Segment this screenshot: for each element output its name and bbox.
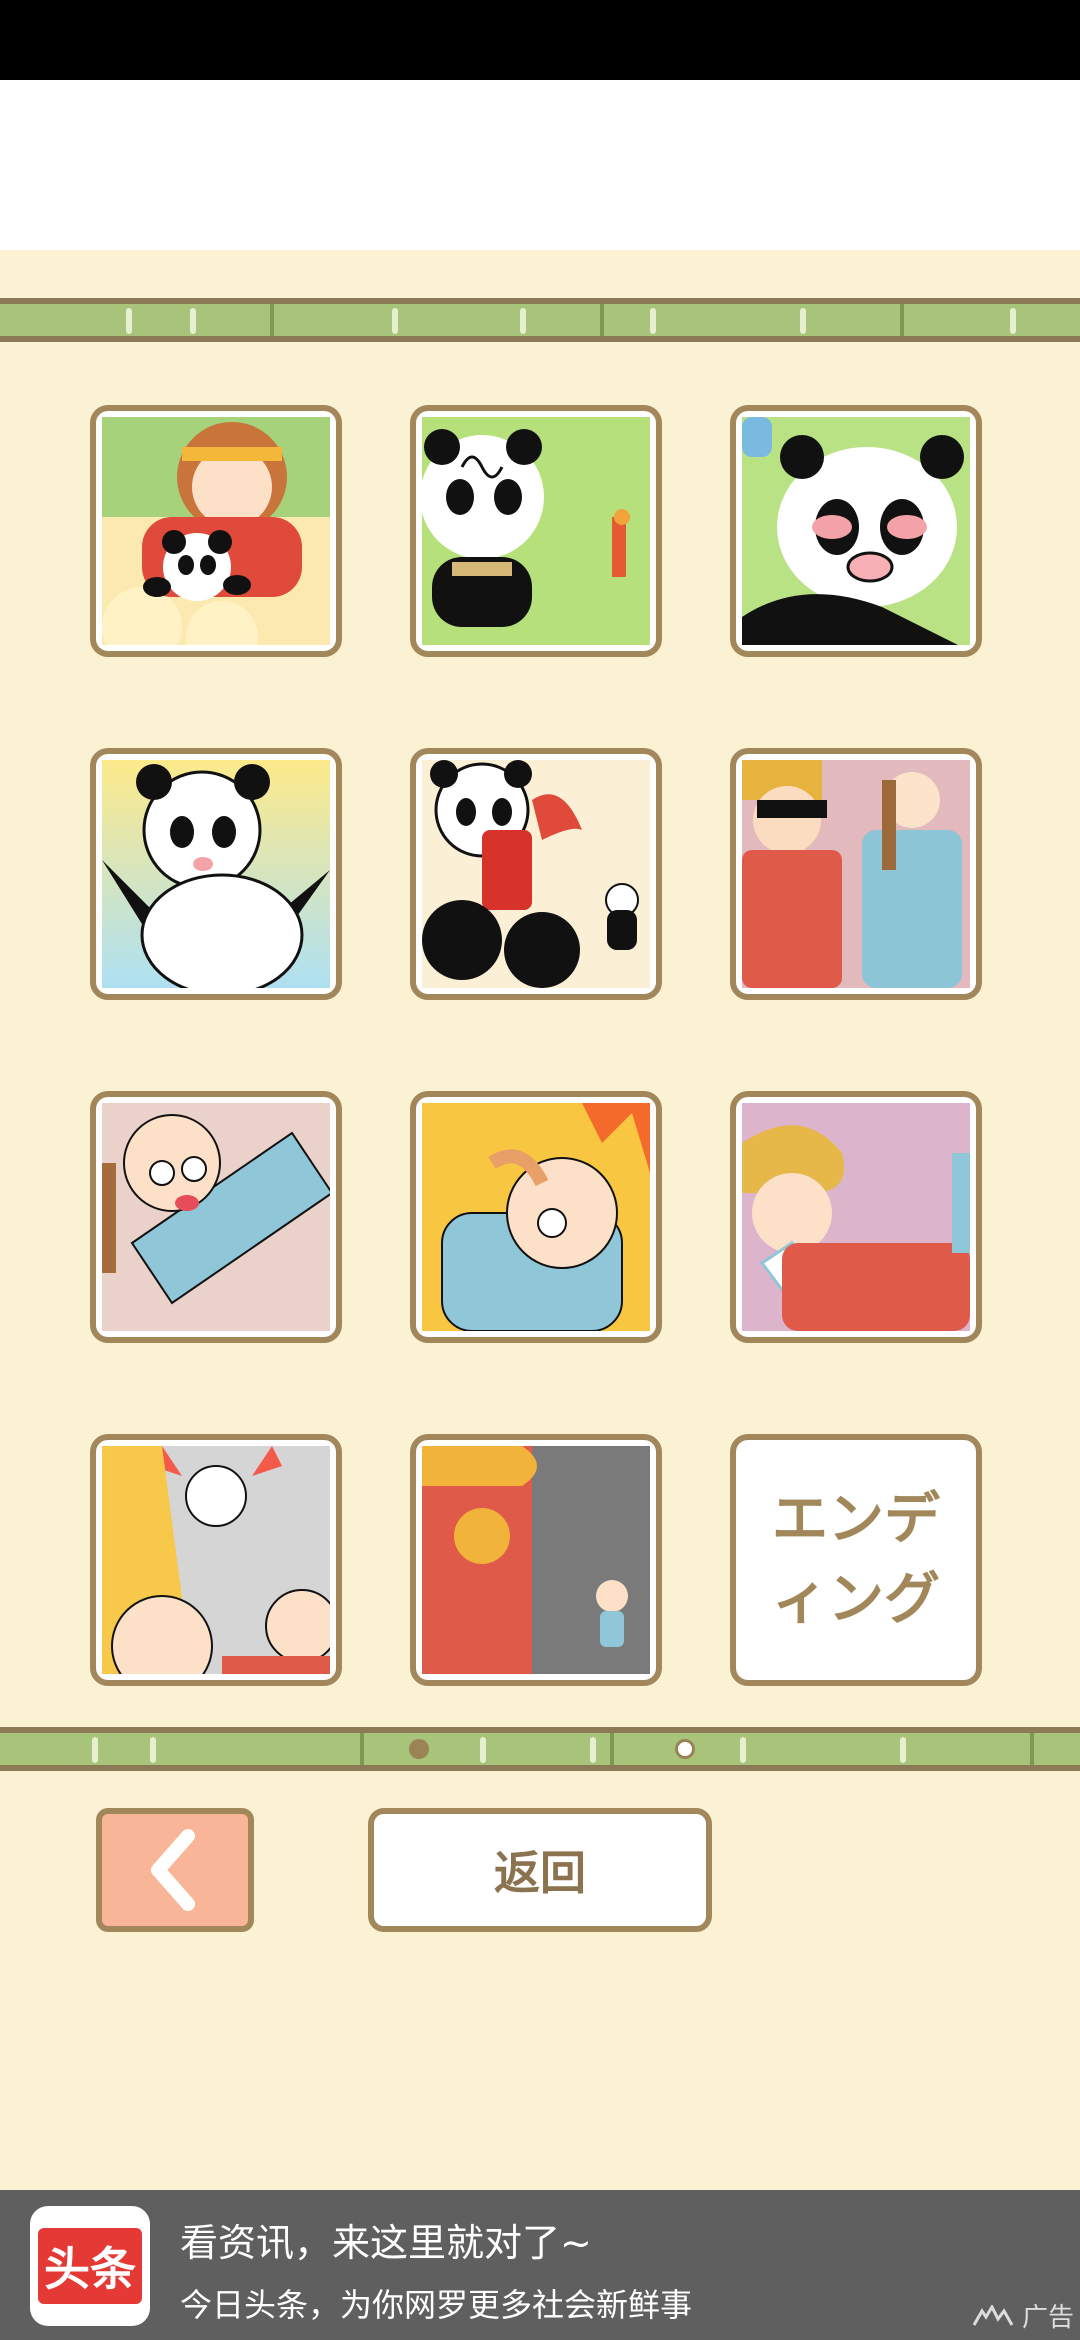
ending-tile[interactable]: エンデ ィング — [730, 1434, 982, 1686]
ad-tag: 广告 — [972, 2297, 1074, 2334]
ad-banner[interactable]: 头条 看资讯，来这里就对了~ 今日头条，为你网罗更多社会新鲜事 广告 — [0, 2190, 1080, 2340]
toutiao-logo: 头条 — [30, 2206, 150, 2326]
level-tile-9[interactable] — [730, 1091, 982, 1343]
level-tile-5[interactable] — [410, 748, 662, 1000]
level-tile-1[interactable] — [90, 405, 342, 657]
level-tile-3[interactable] — [730, 405, 982, 657]
level-tile-10[interactable] — [90, 1434, 342, 1686]
panda-dizzy-thumbnail — [422, 417, 650, 645]
level-tile-8[interactable] — [410, 1091, 662, 1343]
previous-page-button[interactable] — [96, 1808, 254, 1932]
bamboo-divider-bottom — [0, 1727, 1080, 1771]
old-man-knocked-out-thumbnail — [102, 1103, 330, 1331]
workers-standing-thumbnail — [742, 760, 970, 988]
old-man-fire-thumbnail — [422, 1103, 650, 1331]
ad-network-icon — [972, 2304, 1014, 2326]
ad-title: 看资讯，来这里就对了~ — [180, 2221, 592, 2265]
monkey-king-panda-thumbnail — [102, 417, 330, 645]
page-indicator-dot-2 — [675, 1739, 695, 1759]
cat-shocked-thumbnail — [102, 1446, 330, 1674]
worker-punched-thumbnail — [742, 1103, 970, 1331]
level-tile-6[interactable] — [730, 748, 982, 1000]
top-blank-area — [0, 80, 1080, 250]
level-tile-7[interactable] — [90, 1091, 342, 1343]
level-tile-4[interactable] — [90, 748, 342, 1000]
level-tile-11[interactable] — [410, 1434, 662, 1686]
panda-crying-thumbnail — [742, 417, 970, 645]
dog-dark-room-thumbnail — [422, 1446, 650, 1674]
chevron-left-icon — [151, 1829, 195, 1911]
status-bar — [0, 0, 1080, 80]
ending-label: エンデ ィング — [772, 1487, 940, 1632]
panda-happy-thumbnail — [102, 760, 330, 988]
level-tile-2[interactable] — [410, 405, 662, 657]
ad-subtitle: 今日头条，为你网罗更多社会新鲜事 — [180, 2286, 693, 2324]
panda-barrel-thumbnail — [422, 760, 650, 988]
bamboo-divider-top — [0, 298, 1080, 342]
page-indicator-dot-1 — [409, 1739, 429, 1759]
return-button[interactable]: 返回 — [368, 1808, 712, 1932]
